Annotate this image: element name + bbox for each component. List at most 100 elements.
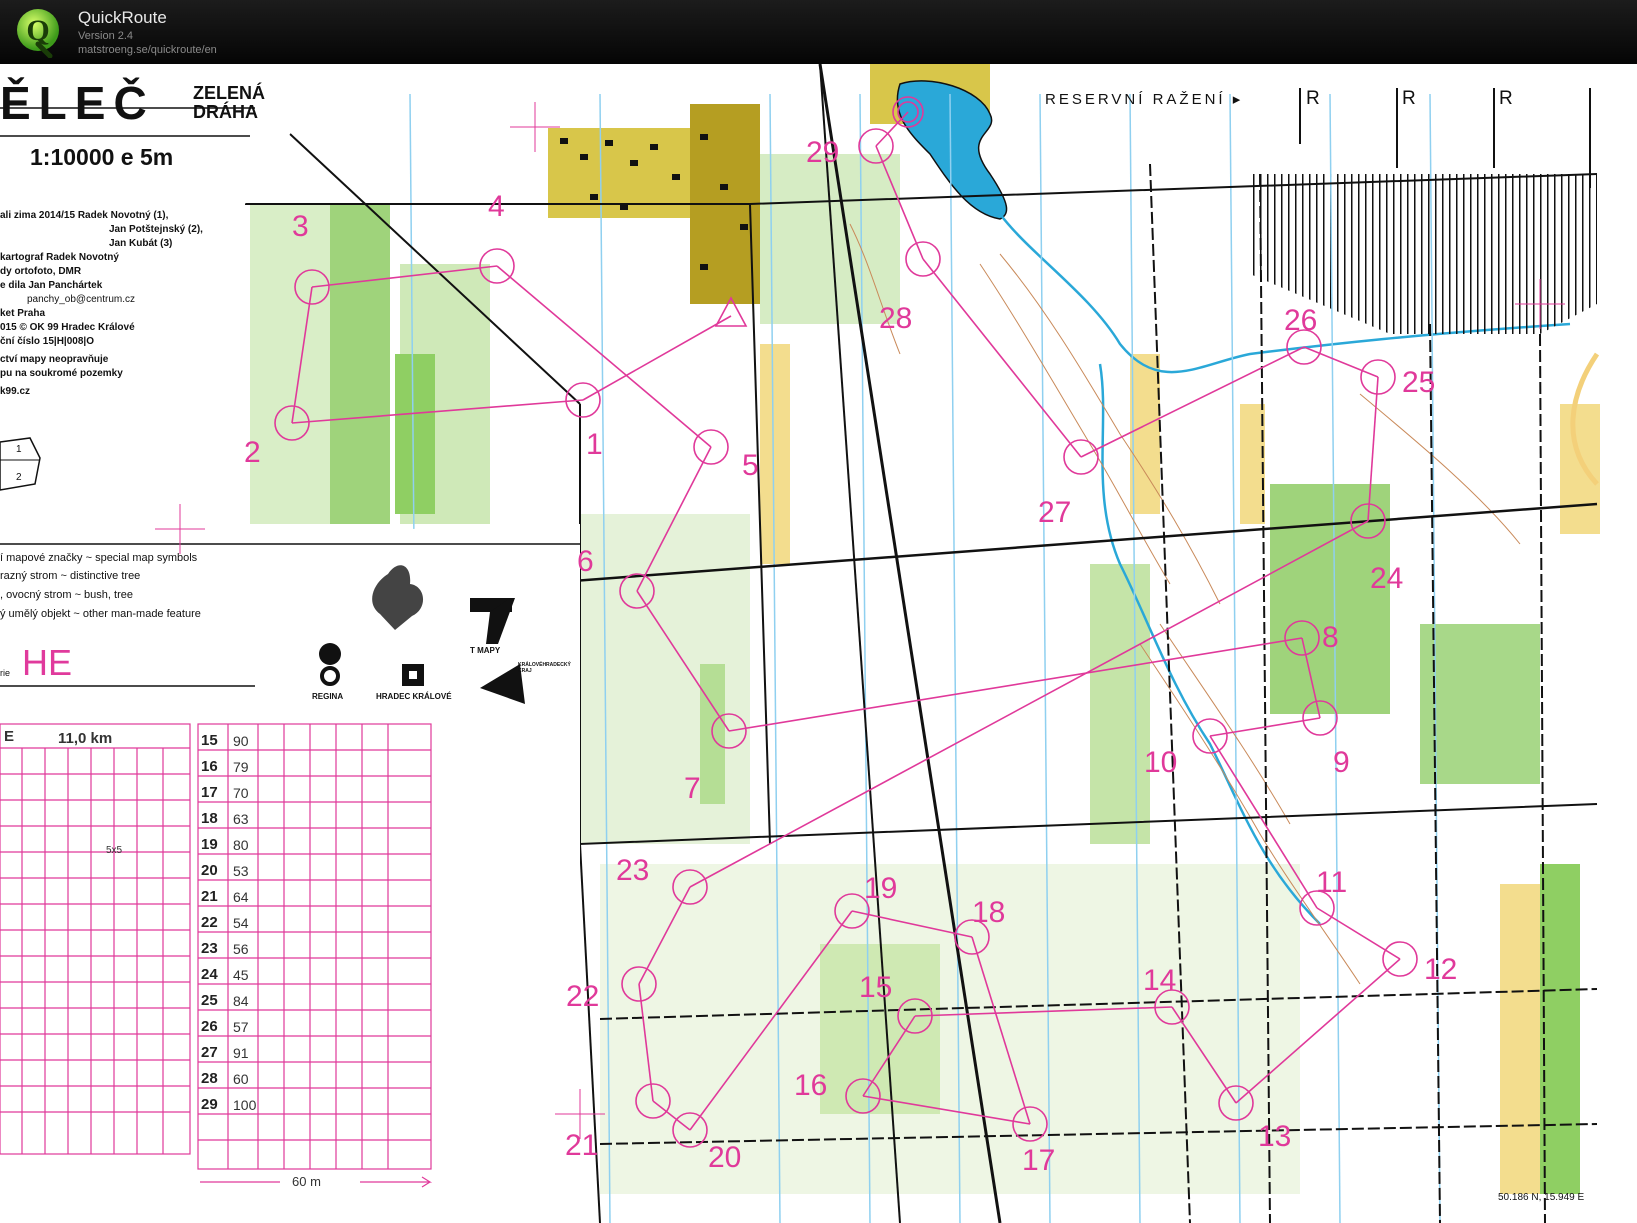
control-number: 13: [1258, 1120, 1292, 1153]
control-number: 22: [566, 980, 600, 1013]
description-row-number: 15: [201, 732, 218, 749]
app-title: QuickRoute: [78, 8, 167, 27]
control-number: 2: [244, 436, 261, 469]
course-leg: [1303, 346, 1379, 378]
description-row-number: 22: [201, 914, 218, 931]
map-name: ĚLEČ: [0, 77, 155, 129]
description-row-code: 70: [233, 785, 249, 801]
description-row-number: 25: [201, 992, 218, 1009]
description-row-number: 26: [201, 1018, 218, 1035]
credit-line: ctví mapy neopravňuje: [0, 354, 109, 365]
description-row-number: 16: [201, 758, 218, 775]
control-number: 16: [794, 1069, 828, 1102]
table-mark: E: [4, 728, 15, 745]
quickroute-logo-icon: Q: [17, 9, 59, 58]
reserve-box-3: R: [1499, 88, 1513, 109]
regina-caption: REGINA: [312, 692, 344, 701]
app-header: Q QuickRoute Version 2.4 matstroeng.se/q…: [0, 0, 1637, 64]
table-note: 5x5: [106, 845, 123, 856]
control-number: 4: [488, 190, 505, 223]
control-number: 12: [1424, 953, 1458, 986]
control-number: 7: [684, 772, 701, 805]
control-number: 21: [565, 1129, 599, 1162]
control-number: 19: [864, 872, 898, 905]
course-distance: 11,0 km: [58, 730, 113, 747]
symbol-legend-title: í mapové značky ~ special map symbols: [0, 552, 198, 564]
leg-length: 60 m: [292, 1174, 321, 1189]
credit-line: Jan Potštejnský (2),: [109, 224, 203, 235]
symbol-legend-item: ý umělý objekt ~ other man-made feature: [0, 608, 201, 620]
description-row-code: 45: [233, 967, 249, 983]
class-label: HE: [22, 642, 73, 683]
control-number: 11: [1316, 866, 1348, 899]
description-row-number: 19: [201, 836, 218, 853]
credit-line: Jan Kubát (3): [109, 238, 173, 249]
control-number: 28: [879, 302, 913, 335]
control-number: 29: [806, 136, 840, 169]
control-number: 27: [1038, 496, 1072, 529]
credit-email: panchy_ob@centrum.cz: [27, 294, 135, 305]
map-scale: 1:10000 e 5m: [30, 144, 174, 170]
description-row-code: 63: [233, 811, 249, 827]
description-row-number: 29: [201, 1096, 218, 1113]
description-row-code: 91: [233, 1045, 249, 1061]
credit-line: dy ortofoto, DMR: [0, 266, 82, 277]
control-number: 6: [577, 545, 594, 578]
description-row-code: 54: [233, 915, 249, 931]
description-row-number: 23: [201, 940, 218, 957]
control-number: 1: [586, 428, 603, 461]
description-row-number: 28: [201, 1070, 218, 1087]
symbol-legend-item: , ovocný strom ~ bush, tree: [0, 589, 133, 601]
course-leg: [922, 258, 1082, 458]
map-coordinates: 50.186 N, 15.949 E: [1498, 1192, 1585, 1203]
description-row-number: 21: [201, 888, 218, 905]
course-leg: [1080, 346, 1305, 458]
inset-label: 1: [16, 444, 22, 455]
inset-label: 2: [16, 472, 22, 483]
control-number: 3: [292, 210, 309, 243]
description-row-code: 56: [233, 941, 249, 957]
reserve-boxes: [1299, 88, 1591, 188]
class-suffix: rie: [0, 668, 11, 678]
description-row-number: 27: [201, 1044, 218, 1061]
hradec-caption: HRADEC KRÁLOVÉ: [376, 692, 452, 701]
control-number: 23: [616, 854, 650, 887]
credit-line: ční číslo 15|H|008|O: [0, 336, 94, 347]
control-number: 5: [742, 449, 759, 482]
credit-line: ali zima 2014/15 Radek Novotný (1),: [0, 210, 169, 221]
reserve-box-2: R: [1402, 88, 1416, 109]
description-row-code: 90: [233, 733, 249, 749]
orienteering-map[interactable]: ĚLEČ ZELENÁ DRÁHA 1:10000 e 5m RESERVNÍ …: [0, 64, 1637, 1223]
app-url[interactable]: matstroeng.se/quickroute/en: [78, 44, 217, 56]
reserve-box-1: R: [1306, 88, 1320, 109]
description-row-code: 100: [233, 1097, 257, 1113]
description-row-code: 80: [233, 837, 249, 853]
control-number: 18: [972, 896, 1006, 929]
control-number: 14: [1143, 964, 1177, 997]
course-leg: [728, 637, 1303, 732]
description-row-code: 79: [233, 759, 249, 775]
control-number: 25: [1402, 366, 1436, 399]
kraj-caption: KRÁLOVÉHRADECKÝ KRAJ: [518, 662, 571, 674]
course-name: ZELENÁ DRÁHA: [193, 83, 265, 122]
control-number: 26: [1284, 304, 1318, 337]
description-row-number: 24: [201, 966, 218, 983]
credit-line: ket Praha: [0, 308, 46, 319]
credit-line: 015 © OK 99 Hradec Králové: [0, 322, 135, 333]
description-row-code: 84: [233, 993, 249, 1009]
description-row-code: 53: [233, 863, 249, 879]
description-row-code: 60: [233, 1071, 249, 1087]
tmapy-caption: T MAPY: [470, 646, 501, 655]
description-row-number: 17: [201, 784, 218, 801]
control-number: 9: [1333, 746, 1350, 779]
description-row-number: 20: [201, 862, 218, 879]
description-row-code: 64: [233, 889, 249, 905]
credit-line: pu na soukromé pozemky: [0, 368, 123, 379]
reserve-punch-label: RESERVNÍ RAŽENÍ ▸: [1045, 91, 1244, 108]
control-number: 17: [1022, 1144, 1056, 1177]
control-number: 8: [1322, 621, 1339, 654]
description-row-code: 57: [233, 1019, 249, 1035]
app-version: Version 2.4: [78, 30, 134, 42]
description-row-number: 18: [201, 810, 218, 827]
control-number: 15: [859, 971, 893, 1004]
